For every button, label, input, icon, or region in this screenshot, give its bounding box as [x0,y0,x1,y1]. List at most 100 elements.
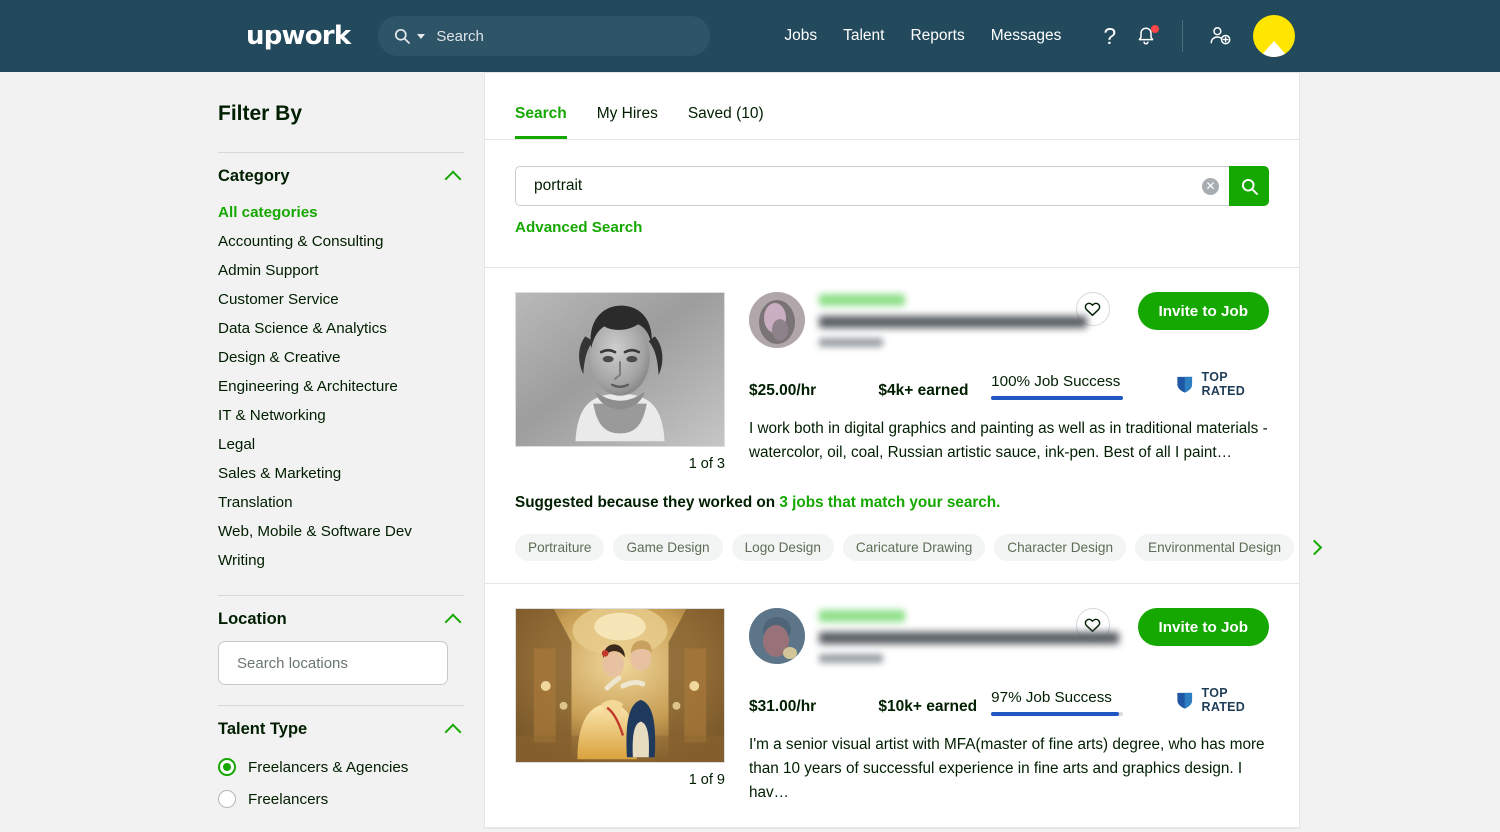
category-section-header[interactable]: Category [218,167,464,187]
radio-unselected-icon[interactable] [218,790,236,808]
header-divider [1182,20,1184,52]
total-earned: $4k+ earned [878,382,969,399]
freelancer-location-redacted [819,338,883,347]
portfolio-counter: 1 of 9 [688,772,725,788]
category-item-writing[interactable]: Writing [218,546,464,575]
skill-tag[interactable]: Caricature Drawing [842,534,986,561]
search-area: ✕ Advanced Search [485,140,1299,268]
nav-item-talent[interactable]: Talent [843,27,884,45]
nav-item-reports[interactable]: Reports [910,27,964,45]
result-main: 1 of 9 Invite to Job $31.00/hr $10k+ ear… [515,608,1269,805]
chevron-up-icon[interactable] [444,170,462,187]
skill-tag[interactable]: Portraiture [515,534,605,561]
skill-tag-list: Portraiture Game Design Logo Design Cari… [515,534,1323,561]
top-rated-label: TOP RATED [1201,686,1246,714]
nav-item-messages[interactable]: Messages [991,27,1062,45]
search-icon [395,28,411,44]
talent-type-option-freelancers-agencies[interactable]: Freelancers & Agencies [218,751,464,783]
clear-search-icon[interactable]: ✕ [1202,177,1219,195]
category-list: All categories Accounting & Consulting A… [218,198,464,575]
heart-icon [1084,302,1101,317]
category-item-accounting-consulting[interactable]: Accounting & Consulting [218,227,464,256]
suggested-reason: Suggested because they worked on 3 jobs … [515,494,1269,512]
talent-type-option-freelancers[interactable]: Freelancers [218,783,464,815]
freelancer-info: Invite to Job $25.00/hr $4k+ earned 100%… [749,292,1269,472]
location-search-input[interactable] [218,641,448,685]
freelancer-name-block [819,292,1087,347]
talent-search-input[interactable] [534,177,1202,195]
freelancer-name-redacted[interactable] [819,294,905,306]
result-main: 1 of 3 Invite to Job $25.00/hr $4k+ earn… [515,292,1269,472]
portfolio-column: 1 of 9 [515,608,725,805]
top-rated-label: TOP RATED [1201,370,1246,398]
talent-type-section-header[interactable]: Talent Type [218,720,464,740]
category-item-all-categories[interactable]: All categories [218,198,464,227]
radio-selected-icon[interactable] [218,758,236,776]
suggested-jobs-link[interactable]: 3 jobs that match your search. [779,494,1000,511]
invite-member-button[interactable] [1209,25,1233,47]
chevron-up-icon[interactable] [444,613,462,630]
category-item-it-networking[interactable]: IT & Networking [218,401,464,430]
main-nav: Jobs Talent Reports Messages [784,27,1061,45]
next-skill-tags-button[interactable] [1306,539,1323,556]
freelancer-avatar[interactable] [749,608,805,664]
upwork-logo[interactable]: upwork [246,23,351,49]
category-item-customer-service[interactable]: Customer Service [218,285,464,314]
freelancer-info: Invite to Job $31.00/hr $10k+ earned 97%… [749,608,1269,805]
search-icon [1241,178,1258,195]
invite-to-job-button[interactable]: Invite to Job [1137,292,1269,330]
freelancer-name-block [819,608,1119,663]
chevron-right-icon [1306,539,1323,556]
category-item-engineering-architecture[interactable]: Engineering & Architecture [218,372,464,401]
skill-tag[interactable]: Logo Design [731,534,834,561]
skill-tag[interactable]: Game Design [613,534,723,561]
category-item-legal[interactable]: Legal [218,430,464,459]
tab-saved[interactable]: Saved (10) [688,105,764,139]
advanced-search-link[interactable]: Advanced Search [515,219,642,236]
freelancer-identity-row: Invite to Job [749,608,1269,664]
shield-icon [1177,376,1193,393]
header-icon-group: ? [1103,15,1296,57]
global-search-bar[interactable]: Search [378,16,711,56]
tab-search[interactable]: Search [515,105,567,139]
portfolio-thumbnail[interactable] [515,292,725,447]
results-card: Search My Hires Saved (10) ✕ [484,72,1323,830]
talent-search-box[interactable]: ✕ [515,166,1229,206]
skill-tag[interactable]: Character Design [994,534,1127,561]
chevron-up-icon[interactable] [444,723,462,740]
global-search-placeholder: Search [436,27,484,45]
total-earned: $10k+ earned [878,698,978,715]
freelancer-title-redacted [819,632,1119,644]
freelancer-stats: $31.00/hr $10k+ earned 97% Job Success T… [749,686,1269,716]
search-scope-caret-icon[interactable] [417,33,426,39]
category-item-translation[interactable]: Translation [218,488,464,517]
shield-icon [1177,692,1193,709]
job-success-block: 100% Job Success [991,373,1176,400]
hourly-rate: $31.00/hr [749,698,817,715]
category-item-web-mobile-software-dev[interactable]: Web, Mobile & Software Dev [218,517,464,546]
heart-icon [1084,618,1101,633]
tab-my-hires[interactable]: My Hires [597,105,658,139]
add-person-icon [1210,27,1231,45]
job-success-track [991,396,1124,400]
job-success-fill [991,396,1124,400]
nav-item-jobs[interactable]: Jobs [784,27,817,45]
category-item-data-science-analytics[interactable]: Data Science & Analytics [218,314,464,343]
sidebar-divider-1 [218,152,464,153]
freelancer-avatar[interactable] [749,292,805,348]
invite-to-job-button[interactable]: Invite to Job [1137,608,1269,646]
user-avatar[interactable] [1253,15,1296,57]
notifications-button[interactable] [1136,24,1160,47]
freelancer-name-redacted[interactable] [819,610,905,622]
location-section-header[interactable]: Location [218,610,464,630]
submit-search-button[interactable] [1229,166,1269,206]
category-item-design-creative[interactable]: Design & Creative [218,343,464,372]
help-button[interactable]: ? [1103,24,1116,48]
portfolio-column: 1 of 3 [515,292,725,472]
category-item-admin-support[interactable]: Admin Support [218,256,464,285]
skill-tag[interactable]: Environmental Design [1135,534,1295,561]
portfolio-thumbnail[interactable] [515,608,725,763]
talent-type-label: Freelancers [248,790,329,808]
freelancer-stats: $25.00/hr $4k+ earned 100% Job Success T… [749,370,1269,400]
category-item-sales-marketing[interactable]: Sales & Marketing [218,459,464,488]
